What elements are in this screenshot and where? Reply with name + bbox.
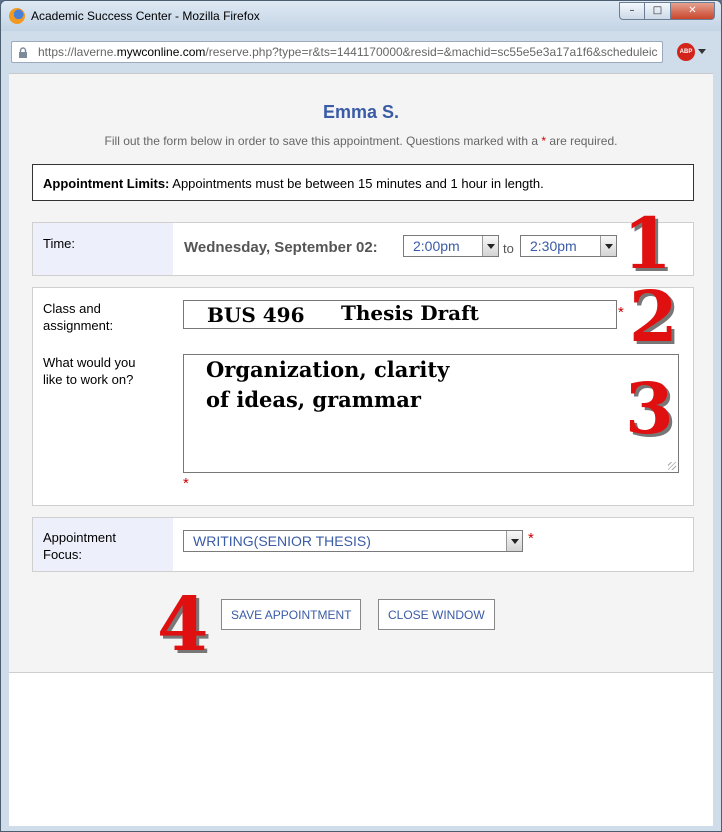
url-bar[interactable]: https://laverne.mywconline.com/reserve.p… (11, 41, 663, 63)
annotation-number-4: 4 (157, 582, 209, 668)
appointment-limits: Appointment Limits: Appointments must be… (32, 164, 694, 201)
page-content: Emma S. Fill out the form below in order… (9, 73, 713, 826)
firefox-icon (9, 8, 25, 24)
work-on-textarea[interactable]: Organization, clarity of ideas, grammar (183, 354, 679, 473)
url-text: https://laverne.mywconline.com/reserve.p… (38, 45, 658, 59)
class-assignment-label: Class and assignment: (43, 301, 114, 333)
chevron-down-icon[interactable] (698, 49, 706, 54)
time-label: Time: (43, 236, 76, 251)
annotation-number-1: 1 (623, 202, 672, 285)
time-panel: Time: Wednesday, September 02: 2:00pm to… (32, 209, 694, 279)
adblock-icon[interactable]: ABP (677, 43, 695, 61)
focus-label: Appointment Focus: (43, 530, 116, 562)
resize-handle[interactable] (668, 462, 676, 470)
work-on-line-1: Organization, clarity (206, 357, 450, 382)
minimize-button[interactable]: – (619, 2, 645, 20)
chevron-down-icon[interactable] (600, 236, 616, 256)
browser-window: Academic Success Center - Mozilla Firefo… (0, 0, 722, 832)
maximize-button[interactable]: □ (645, 2, 671, 20)
annotation-number-3: 3 (625, 367, 674, 450)
details-panel: Class and assignment: BUS 496 Thesis Dra… (32, 282, 694, 506)
time-separator: to (503, 241, 514, 256)
chevron-down-icon[interactable] (506, 531, 522, 551)
close-window-button[interactable]: CLOSE WINDOW (378, 599, 495, 630)
title-bar: Academic Success Center - Mozilla Firefo… (1, 1, 721, 31)
consultant-name: Emma S. (322, 102, 400, 122)
form-instructions: Fill out the form below in order to save… (104, 134, 618, 148)
work-on-line-2: of ideas, grammar (206, 387, 421, 412)
window-title: Academic Success Center - Mozilla Firefo… (31, 9, 260, 23)
class-assignment-input[interactable]: BUS 496 Thesis Draft (183, 300, 617, 329)
blank-area (9, 672, 713, 826)
start-time-select[interactable]: 2:00pm (403, 235, 499, 257)
appointment-date: Wednesday, September 02: (184, 239, 378, 256)
work-on-label: What would you like to work on? (43, 355, 136, 387)
close-window-button[interactable]: ✕ (671, 2, 715, 20)
chevron-down-icon[interactable] (482, 236, 498, 256)
focus-panel: Appointment Focus: WRITING(SENIOR THESIS… (32, 517, 694, 572)
window-controls: – □ ✕ (619, 2, 715, 20)
lock-icon (19, 47, 27, 58)
end-time-select[interactable]: 2:30pm (520, 235, 617, 257)
required-marker: * (618, 304, 624, 321)
annotation-number-2: 2 (629, 275, 678, 358)
assignment-text: Thesis Draft (341, 301, 479, 325)
focus-select[interactable]: WRITING(SENIOR THESIS) (183, 530, 523, 552)
required-marker: * (528, 530, 534, 547)
course-text: BUS 496 (207, 303, 305, 327)
required-marker: * (183, 475, 189, 492)
save-appointment-button[interactable]: SAVE APPOINTMENT (221, 599, 362, 630)
